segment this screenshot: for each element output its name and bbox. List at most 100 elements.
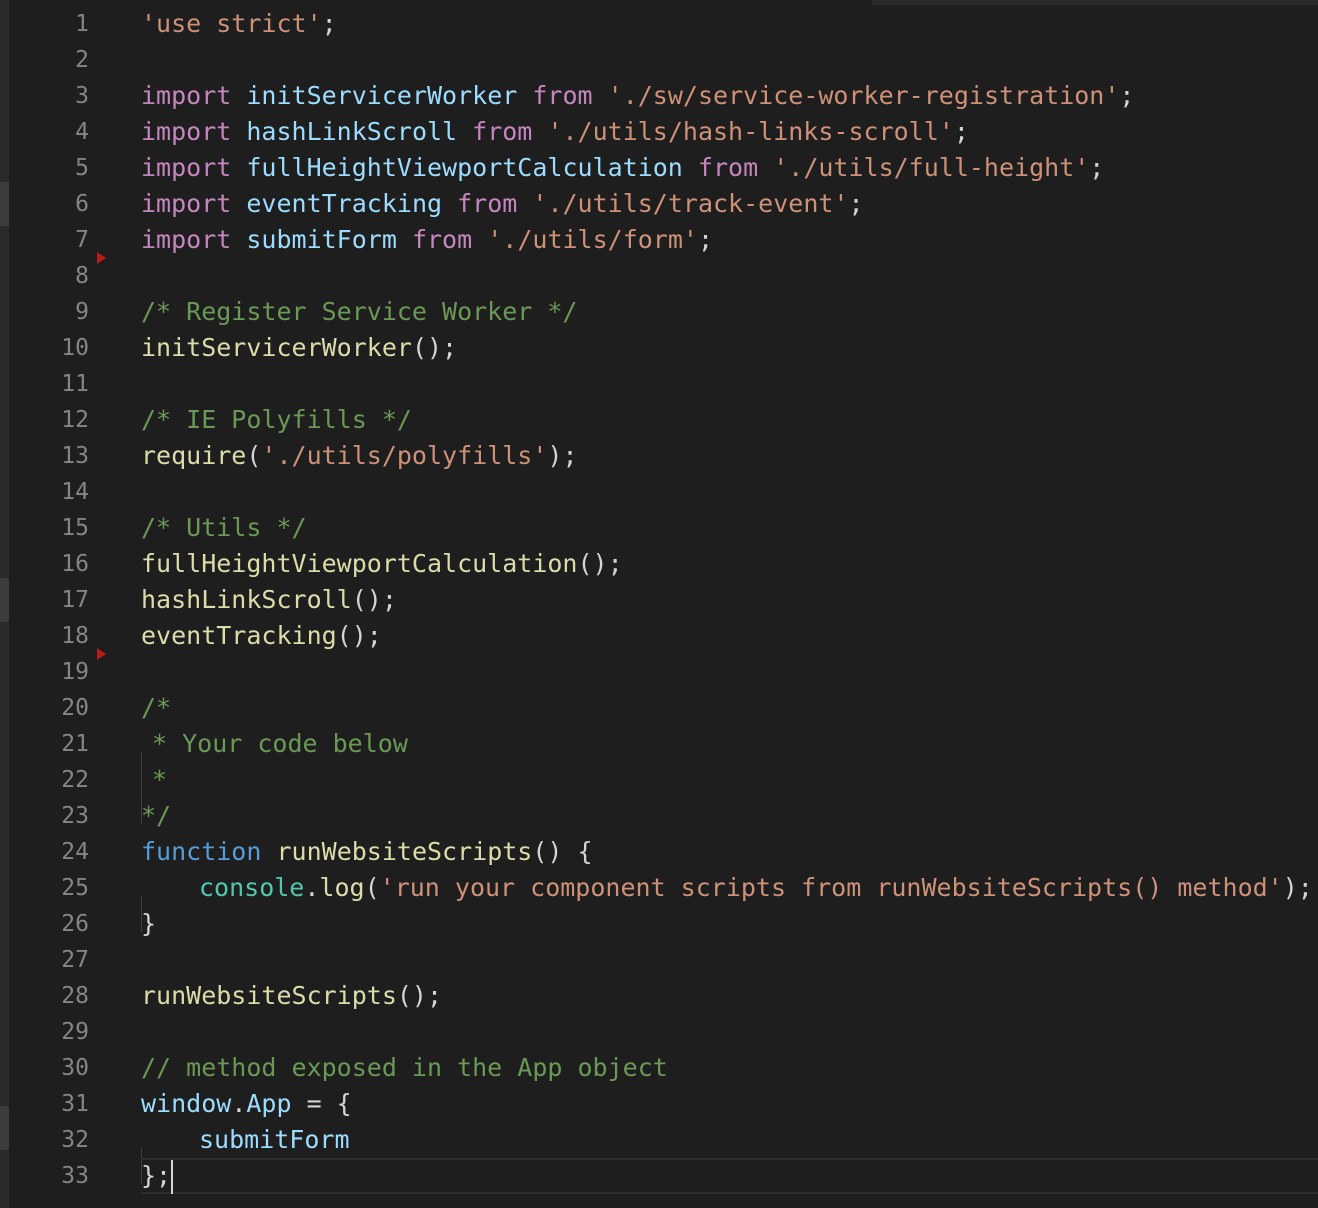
line-number[interactable]: 26 bbox=[9, 906, 89, 942]
line-number[interactable]: 22 bbox=[9, 762, 89, 798]
line-number[interactable]: 1 bbox=[9, 6, 89, 42]
line-number[interactable]: 21 bbox=[9, 726, 89, 762]
punctuation-token bbox=[397, 225, 412, 254]
punctuation-token: = { bbox=[291, 1089, 352, 1118]
code-line[interactable]: import fullHeightViewportCalculation fro… bbox=[141, 150, 1318, 186]
code-line[interactable]: */ bbox=[141, 798, 1318, 834]
comment-token: * bbox=[152, 765, 168, 794]
code-line[interactable] bbox=[141, 366, 1318, 402]
punctuation-token: } bbox=[141, 909, 157, 938]
line-number[interactable]: 3 bbox=[9, 78, 89, 114]
code-line[interactable]: * bbox=[141, 762, 1318, 824]
string-token: 'use strict' bbox=[141, 9, 322, 38]
punctuation-token: ; bbox=[848, 189, 864, 218]
code-line[interactable]: /* Utils */ bbox=[141, 510, 1318, 546]
line-number[interactable]: 15 bbox=[9, 510, 89, 546]
line-number[interactable]: 7 bbox=[9, 222, 89, 258]
code-line[interactable]: hashLinkScroll(); bbox=[141, 582, 1318, 618]
code-line[interactable] bbox=[141, 1014, 1318, 1050]
line-number[interactable]: 18 bbox=[9, 618, 89, 654]
code-line[interactable]: } bbox=[141, 906, 1318, 942]
code-line[interactable]: import eventTracking from './utils/track… bbox=[141, 186, 1318, 222]
code-line[interactable]: /* IE Polyfills */ bbox=[141, 402, 1318, 438]
punctuation-token: (); bbox=[396, 981, 443, 1010]
string-token: 'run your component scripts from runWebs… bbox=[379, 873, 1283, 902]
code-line[interactable]: runWebsiteScripts(); bbox=[141, 978, 1318, 1014]
code-line[interactable]: // method exposed in the App object bbox=[141, 1050, 1318, 1086]
line-number[interactable]: 29 bbox=[9, 1014, 89, 1050]
line-number[interactable]: 19 bbox=[9, 654, 89, 690]
identifier-token: App bbox=[246, 1089, 292, 1118]
punctuation-token bbox=[457, 117, 472, 146]
line-number[interactable]: 33 bbox=[9, 1158, 89, 1194]
code-line[interactable]: eventTracking(); bbox=[141, 618, 1318, 654]
code-line[interactable]: window.App = { bbox=[141, 1086, 1318, 1122]
fold-marker-icon[interactable] bbox=[97, 648, 106, 660]
string-token: './utils/full-height' bbox=[773, 153, 1090, 182]
string-token: './sw/service-worker-registration' bbox=[607, 81, 1120, 110]
identifier-token: initServicerWorker bbox=[246, 81, 518, 110]
line-number[interactable]: 11 bbox=[9, 366, 89, 402]
function-token: runWebsiteScripts bbox=[276, 837, 533, 866]
punctuation-token: ; bbox=[697, 225, 714, 254]
line-number[interactable]: 24 bbox=[9, 834, 89, 870]
identifier-token: hashLinkScroll bbox=[246, 117, 458, 146]
code-line[interactable]: import submitForm from './utils/form'; bbox=[141, 222, 1318, 258]
code-line[interactable]: import hashLinkScroll from './utils/hash… bbox=[141, 114, 1318, 150]
editor-left-edge bbox=[0, 0, 9, 1208]
line-number[interactable]: 27 bbox=[9, 942, 89, 978]
code-line[interactable]: submitForm bbox=[141, 1122, 1318, 1184]
fold-marker-icon[interactable] bbox=[97, 252, 106, 264]
code-line[interactable] bbox=[141, 942, 1318, 978]
punctuation-token: (); bbox=[336, 621, 382, 650]
line-number[interactable]: 13 bbox=[9, 438, 89, 474]
line-number[interactable]: 12 bbox=[9, 402, 89, 438]
storage-keyword-token: function bbox=[141, 837, 262, 866]
code-line[interactable] bbox=[141, 474, 1318, 510]
line-number[interactable]: 10 bbox=[9, 330, 89, 366]
code-line[interactable]: fullHeightViewportCalculation(); bbox=[141, 546, 1318, 582]
code-line[interactable]: 'use strict'; bbox=[141, 6, 1318, 42]
punctuation-token bbox=[231, 189, 246, 218]
punctuation-token bbox=[261, 837, 276, 866]
code-editor[interactable]: 'use strict'; import initServicerWorker f… bbox=[141, 6, 1318, 1194]
punctuation-token bbox=[758, 153, 773, 182]
code-line[interactable] bbox=[141, 654, 1318, 690]
line-number[interactable]: 5 bbox=[9, 150, 89, 186]
line-number[interactable]: 6 bbox=[9, 186, 89, 222]
identifier-token: fullHeightViewportCalculation bbox=[246, 153, 683, 182]
line-number[interactable]: 2 bbox=[9, 42, 89, 78]
keyword-token: from bbox=[411, 225, 473, 254]
line-number[interactable]: 9 bbox=[9, 294, 89, 330]
punctuation-token: . bbox=[304, 873, 320, 902]
code-line[interactable]: * Your code below bbox=[141, 726, 1318, 788]
code-line[interactable]: console.log('run your component scripts … bbox=[141, 870, 1318, 932]
line-number[interactable]: 28 bbox=[9, 978, 89, 1014]
line-number[interactable]: 4 bbox=[9, 114, 89, 150]
line-number[interactable]: 32 bbox=[9, 1122, 89, 1158]
line-number[interactable]: 25 bbox=[9, 870, 89, 906]
code-line[interactable]: function runWebsiteScripts() { bbox=[141, 834, 1318, 870]
line-number[interactable]: 20 bbox=[9, 690, 89, 726]
code-line[interactable]: /* bbox=[141, 690, 1318, 726]
line-number[interactable]: 16 bbox=[9, 546, 89, 582]
line-number[interactable]: 31 bbox=[9, 1086, 89, 1122]
line-number[interactable]: 30 bbox=[9, 1050, 89, 1086]
identifier-token: window bbox=[141, 1089, 232, 1118]
line-number[interactable]: 14 bbox=[9, 474, 89, 510]
line-number[interactable]: 8 bbox=[9, 258, 89, 294]
code-line[interactable]: require('./utils/polyfills'); bbox=[141, 438, 1318, 474]
code-line[interactable] bbox=[141, 42, 1318, 78]
punctuation-token bbox=[472, 225, 487, 254]
punctuation-token: ( bbox=[246, 441, 262, 470]
line-number-gutter[interactable]: 1 2 3 4 5 6 7 8 9 10 11 12 13 14 15 16 17 18 19 20 21 22 23 24 2… bbox=[9, 6, 89, 1194]
keyword-token: import bbox=[141, 153, 232, 182]
line-number[interactable]: 23 bbox=[9, 798, 89, 834]
line-number[interactable]: 17 bbox=[9, 582, 89, 618]
code-line[interactable] bbox=[141, 258, 1318, 294]
code-line[interactable]: /* Register Service Worker */ bbox=[141, 294, 1318, 330]
code-line[interactable]: import initServicerWorker from './sw/ser… bbox=[141, 78, 1318, 114]
punctuation-token: ; bbox=[1089, 153, 1105, 182]
code-line[interactable]: }; bbox=[141, 1158, 1318, 1194]
code-line[interactable]: initServicerWorker(); bbox=[141, 330, 1318, 366]
